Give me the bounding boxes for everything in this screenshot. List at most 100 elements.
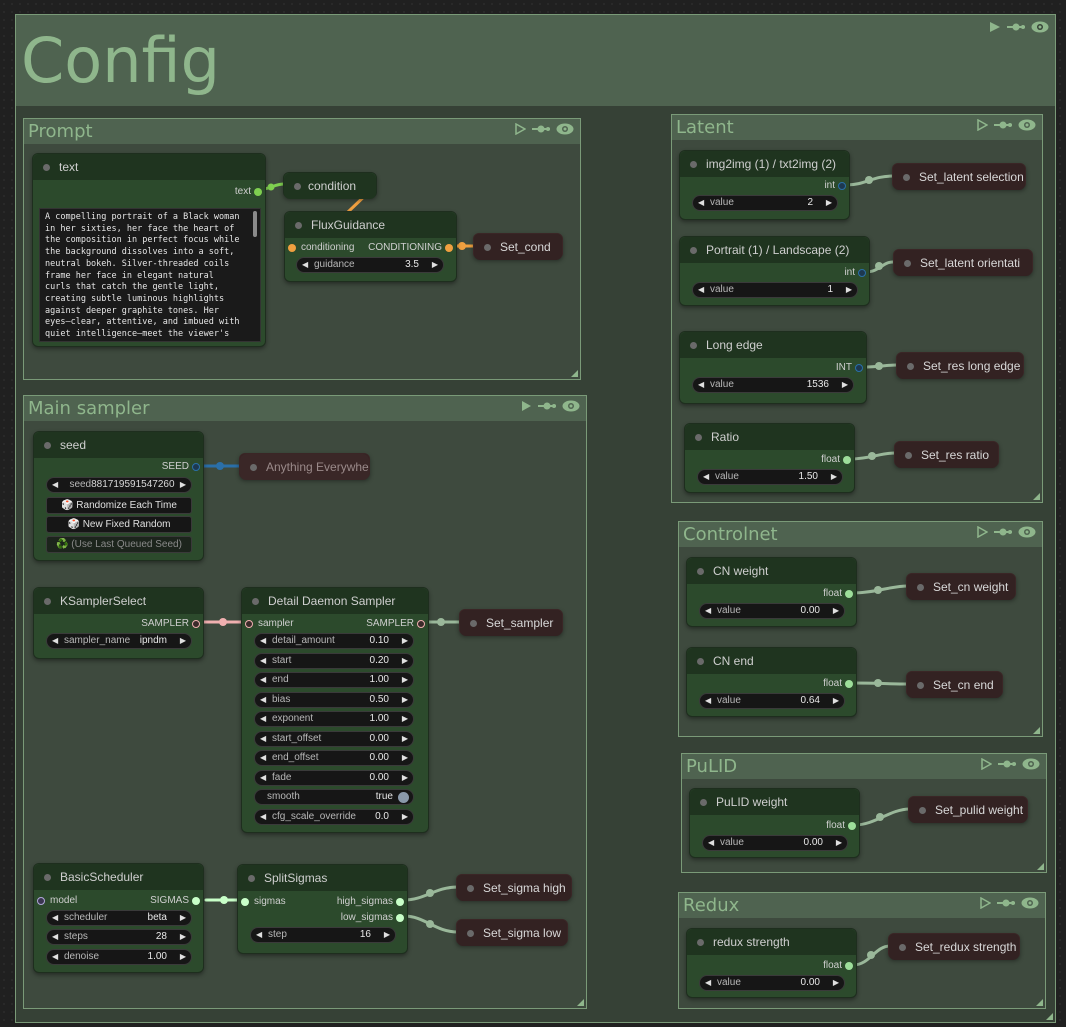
increment-arrow[interactable]: ▶ [836, 838, 842, 847]
toggle-knob[interactable] [398, 792, 409, 803]
exponent-widget[interactable]: ◀ exponent 1.00 ▶ [254, 711, 414, 727]
increment-arrow[interactable]: ▶ [402, 753, 408, 762]
link-icon[interactable] [997, 897, 1015, 909]
set-latent-orientation-node[interactable]: Set_latent orientati [893, 249, 1033, 276]
node-title[interactable]: Ratio [685, 424, 854, 450]
prompt-textarea[interactable]: A compelling portrait of a Black woman i… [39, 208, 261, 342]
node-title[interactable]: text [33, 154, 265, 180]
output-socket[interactable] [192, 463, 200, 471]
increment-arrow[interactable]: ▶ [833, 978, 839, 987]
node-title[interactable]: condition [284, 173, 376, 199]
collapse-dot[interactable] [44, 874, 51, 881]
increment-arrow[interactable]: ▶ [402, 656, 408, 665]
node-title[interactable]: Set_cond [474, 234, 562, 260]
end-widget[interactable]: ◀ end 1.00 ▶ [254, 672, 414, 688]
node-title[interactable]: Set_latent selection [893, 164, 1025, 190]
collapse-dot[interactable] [899, 944, 906, 951]
end-offset-widget[interactable]: ◀ end_offset 0.00 ▶ [254, 750, 414, 766]
play-icon[interactable] [515, 123, 526, 135]
increment-arrow[interactable]: ▶ [833, 696, 839, 705]
collapse-dot[interactable] [43, 164, 50, 171]
increment-arrow[interactable]: ▶ [402, 714, 408, 723]
redux-strength-node[interactable]: redux strength float ◀ value 0.00 ▶ [686, 928, 857, 998]
play-icon[interactable] [977, 526, 988, 538]
play-icon[interactable] [980, 897, 991, 909]
node-title[interactable]: SplitSigmas [238, 865, 407, 891]
output-socket[interactable] [417, 620, 425, 628]
pulid-weight-node[interactable]: PuLID weight float ◀ value 0.00 ▶ [689, 788, 860, 858]
node-title[interactable]: Set_res long edge [897, 353, 1023, 379]
decrement-arrow[interactable]: ◀ [260, 812, 266, 821]
portrait-landscape-node[interactable]: Portrait (1) / Landscape (2) int ◀ value 1… [679, 236, 870, 306]
node-title[interactable]: Set_latent orientati [894, 250, 1032, 276]
node-title[interactable]: Set_sigma high [457, 875, 571, 901]
output-socket[interactable] [396, 914, 404, 922]
decrement-arrow[interactable]: ◀ [703, 472, 709, 481]
cn-weight-node[interactable]: CN weight float ◀ value 0.00 ▶ [686, 557, 857, 627]
play-icon[interactable] [521, 400, 532, 412]
node-title[interactable]: CN weight [687, 558, 856, 584]
input-socket[interactable] [241, 898, 249, 906]
eye-icon[interactable] [1018, 119, 1036, 131]
new-fixed-random-button[interactable]: 🎲 New Fixed Random [46, 516, 192, 533]
scheduler-widget[interactable]: ◀ scheduler beta ▶ [46, 910, 192, 926]
seed-widget[interactable]: ◀ seed881719591547260 ▶ [46, 477, 192, 493]
decrement-arrow[interactable]: ◀ [52, 913, 58, 922]
increment-arrow[interactable]: ▶ [831, 472, 837, 481]
set-pulid-weight-node[interactable]: Set_pulid weight [908, 796, 1028, 823]
ksampler-select-node[interactable]: KSamplerSelect SAMPLER ◀ sampler_name ip… [33, 587, 204, 659]
set-latent-selection-node[interactable]: Set_latent selection [892, 163, 1026, 190]
decrement-arrow[interactable]: ◀ [705, 696, 711, 705]
value-widget[interactable]: ◀ value 1 ▶ [692, 282, 858, 298]
set-cn-weight-node[interactable]: Set_cn weight [906, 573, 1016, 600]
collapse-dot[interactable] [295, 222, 302, 229]
node-title[interactable]: KSamplerSelect [34, 588, 203, 614]
node-title[interactable]: Anything Everywhere [240, 454, 369, 480]
collapse-dot[interactable] [690, 247, 697, 254]
resize-handle[interactable] [1036, 999, 1043, 1006]
collapse-dot[interactable] [250, 464, 257, 471]
value-widget[interactable]: ◀ value 1.50 ▶ [697, 469, 843, 485]
text-node[interactable]: text text A compelling portrait of a Bla… [32, 153, 266, 347]
smooth-toggle[interactable]: smooth true [254, 789, 414, 805]
increment-arrow[interactable]: ▶ [846, 285, 852, 294]
flux-guidance-node[interactable]: FluxGuidance conditioning CONDITIONING ◀… [284, 211, 457, 282]
collapse-dot[interactable] [903, 174, 910, 181]
link-icon[interactable] [998, 758, 1016, 770]
eye-icon[interactable] [1018, 526, 1036, 538]
collapse-dot[interactable] [907, 363, 914, 370]
decrement-arrow[interactable]: ◀ [698, 380, 704, 389]
eye-icon[interactable] [562, 400, 580, 412]
set-cn-end-node[interactable]: Set_cn end [906, 671, 1003, 698]
cfg-scale-override-widget[interactable]: ◀ cfg_scale_override 0.0 ▶ [254, 809, 414, 825]
node-title[interactable]: Set_sigma low [457, 920, 567, 946]
decrement-arrow[interactable]: ◀ [260, 714, 266, 723]
output-socket[interactable] [855, 364, 863, 372]
value-widget[interactable]: ◀ value 0.64 ▶ [699, 693, 845, 709]
condition-node[interactable]: condition [283, 172, 377, 199]
collapse-dot[interactable] [905, 452, 912, 459]
collapse-dot[interactable] [252, 598, 259, 605]
resize-handle[interactable] [571, 370, 578, 377]
collapse-dot[interactable] [294, 183, 301, 190]
input-socket[interactable] [37, 897, 45, 905]
steps-widget[interactable]: ◀ steps 28 ▶ [46, 929, 192, 945]
cn-end-node[interactable]: CN end float ◀ value 0.64 ▶ [686, 647, 857, 717]
decrement-arrow[interactable]: ◀ [260, 734, 266, 743]
node-title[interactable]: PuLID weight [690, 789, 859, 815]
increment-arrow[interactable]: ▶ [384, 930, 390, 939]
decrement-arrow[interactable]: ◀ [260, 636, 266, 645]
node-title[interactable]: Set_cn weight [907, 574, 1015, 600]
output-socket[interactable] [845, 590, 853, 598]
set-sigma-low-node[interactable]: Set_sigma low [456, 919, 568, 946]
node-title[interactable]: CN end [687, 648, 856, 674]
increment-arrow[interactable]: ▶ [826, 198, 832, 207]
eye-icon[interactable] [1022, 758, 1040, 770]
img2img-txt2img-node[interactable]: img2img (1) / txt2img (2) int ◀ value 2 ▶ [679, 150, 850, 220]
value-widget[interactable]: ◀ value 2 ▶ [692, 195, 838, 211]
value-widget[interactable]: ◀ value 1536 ▶ [692, 377, 854, 393]
decrement-arrow[interactable]: ◀ [302, 260, 308, 269]
node-title[interactable]: Portrait (1) / Landscape (2) [680, 237, 869, 263]
set-res-long-edge-node[interactable]: Set_res long edge [896, 352, 1024, 379]
collapse-dot[interactable] [248, 875, 255, 882]
